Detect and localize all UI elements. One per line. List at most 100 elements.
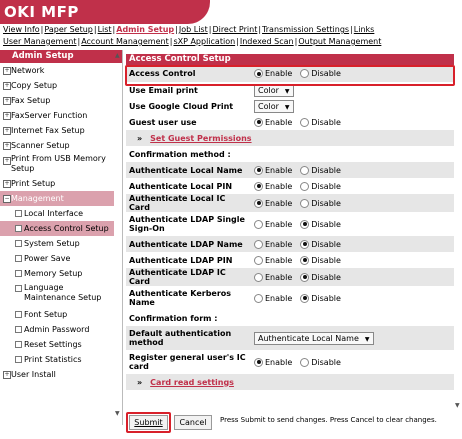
minus-icon[interactable]: −: [3, 195, 11, 203]
enable-option[interactable]: Enable: [254, 181, 292, 191]
sidebar-item-scanner-setup[interactable]: + Scanner Setup: [0, 138, 122, 153]
sidebar-sub-access-control[interactable]: Access Control Setup: [0, 221, 114, 236]
nav-indexed-scan[interactable]: Indexed Scan: [240, 37, 294, 46]
enable-option[interactable]: Enable: [254, 255, 292, 265]
scroll-down-icon[interactable]: ▼: [455, 402, 460, 409]
sidebar-item-management[interactable]: − Management: [0, 191, 114, 206]
disable-option[interactable]: Disable: [300, 357, 341, 367]
sidebar-item-fax-setup[interactable]: + Fax Setup: [0, 93, 122, 108]
enable-option[interactable]: Enable: [254, 219, 292, 229]
default-auth-select[interactable]: Authenticate Local Name ▼: [254, 331, 374, 345]
option-label: Disable: [311, 181, 341, 191]
radio-icon[interactable]: [300, 357, 310, 367]
plus-icon[interactable]: +: [3, 180, 11, 188]
sidebar-sub-print-statistics[interactable]: Print Statistics: [0, 352, 122, 367]
scroll-down-icon[interactable]: ▼: [115, 410, 120, 417]
plus-icon[interactable]: +: [3, 82, 11, 90]
sidebar-sub-admin-password[interactable]: Admin Password: [0, 322, 122, 337]
plus-icon[interactable]: +: [3, 97, 11, 105]
sidebar-sub-language[interactable]: Language Maintenance Setup: [0, 281, 122, 307]
enable-option[interactable]: Enable: [254, 165, 292, 175]
google-cloud-select[interactable]: Color ▼: [254, 99, 294, 113]
sidebar-item-print-setup[interactable]: + Print Setup: [0, 176, 122, 191]
radio-icon[interactable]: [254, 272, 263, 282]
disable-option[interactable]: Disable: [300, 255, 341, 265]
plus-icon[interactable]: +: [3, 67, 11, 75]
radio-selected-icon[interactable]: [300, 239, 310, 249]
radio-icon[interactable]: [254, 239, 263, 249]
radio-selected-icon[interactable]: [300, 293, 310, 303]
disable-option[interactable]: Disable: [300, 239, 341, 249]
nav-user-management[interactable]: User Management: [3, 37, 76, 46]
plus-icon[interactable]: +: [3, 127, 11, 135]
radio-selected-icon[interactable]: [254, 357, 263, 367]
card-read-settings-link[interactable]: Card read settings: [150, 378, 234, 387]
scroll-up-icon[interactable]: ▲: [115, 52, 120, 59]
radio-icon[interactable]: [254, 255, 263, 265]
nav-transmission-settings[interactable]: Transmission Settings: [262, 25, 349, 34]
sidebar-scrollbar[interactable]: ▲ ▼: [115, 50, 122, 425]
enable-option[interactable]: Enable: [254, 293, 292, 303]
row-auth-local-name: Authenticate Local Name Enable Disable: [126, 162, 454, 178]
radio-selected-icon[interactable]: [300, 272, 310, 282]
plus-icon[interactable]: +: [3, 371, 11, 379]
enable-option[interactable]: Enable: [254, 117, 292, 127]
nav-paper-setup[interactable]: Paper Setup: [44, 25, 92, 34]
set-guest-permissions-link[interactable]: Set Guest Permissions: [150, 134, 251, 143]
label: Register general user's IC card: [129, 353, 246, 371]
nav-list[interactable]: List: [98, 25, 112, 34]
content-scrollbar[interactable]: ▼: [454, 54, 461, 409]
radio-icon[interactable]: [254, 219, 263, 229]
disable-option[interactable]: Disable: [300, 198, 341, 208]
sidebar-item-copy-setup[interactable]: + Copy Setup: [0, 78, 122, 93]
disable-option[interactable]: Disable: [300, 117, 341, 127]
plus-icon[interactable]: +: [3, 157, 11, 165]
label: Authenticate LDAP Name: [129, 239, 243, 249]
radio-selected-icon[interactable]: [254, 165, 263, 175]
radio-selected-icon[interactable]: [254, 181, 263, 191]
disable-option[interactable]: Disable: [300, 272, 341, 282]
sidebar-sub-power-save[interactable]: Power Save: [0, 251, 122, 266]
radio-selected-icon[interactable]: [300, 255, 310, 265]
sidebar-item-user-install[interactable]: + User Install: [0, 367, 122, 382]
sidebar-sub-reset-settings[interactable]: Reset Settings: [0, 337, 122, 352]
sidebar-sub-font-setup[interactable]: Font Setup: [0, 307, 122, 322]
sidebar-item-faxserver[interactable]: + FaxServer Function: [0, 108, 122, 123]
enable-option[interactable]: Enable: [254, 357, 292, 367]
radio-icon[interactable]: [300, 181, 310, 191]
sidebar-sub-memory-setup[interactable]: Memory Setup: [0, 266, 122, 281]
cancel-button[interactable]: Cancel: [174, 415, 212, 430]
sidebar-item-network[interactable]: + Network: [0, 63, 122, 78]
radio-selected-icon[interactable]: [254, 198, 263, 208]
nav-account-management[interactable]: Account Management: [81, 37, 169, 46]
radio-icon[interactable]: [300, 117, 310, 127]
nav-admin-setup[interactable]: Admin Setup: [116, 25, 174, 34]
enable-option[interactable]: Enable: [254, 198, 292, 208]
square-bullet-icon: [15, 326, 22, 333]
sidebar-item-label: System Setup: [24, 239, 80, 248]
nav-output-management[interactable]: Output Management: [298, 37, 381, 46]
radio-icon[interactable]: [300, 198, 310, 208]
sidebar-sub-system-setup[interactable]: System Setup: [0, 236, 122, 251]
enable-option[interactable]: Enable: [254, 272, 292, 282]
plus-icon[interactable]: +: [3, 112, 11, 120]
nav-job-list[interactable]: Job List: [179, 25, 208, 34]
disable-option[interactable]: Disable: [300, 293, 341, 303]
radio-selected-icon[interactable]: [300, 219, 310, 229]
option-label: Disable: [311, 293, 341, 303]
sidebar-sub-local-interface[interactable]: Local Interface: [0, 206, 122, 221]
disable-option[interactable]: Disable: [300, 219, 341, 229]
radio-selected-icon[interactable]: [254, 117, 263, 127]
nav-direct-print[interactable]: Direct Print: [212, 25, 257, 34]
radio-icon[interactable]: [254, 293, 263, 303]
nav-links[interactable]: Links: [354, 25, 375, 34]
sidebar-item-usb-print[interactable]: + Print From USB Memory Setup: [0, 153, 122, 176]
nav-view-info[interactable]: View Info: [3, 25, 40, 34]
enable-option[interactable]: Enable: [254, 239, 292, 249]
nav-sxp-application[interactable]: sXP Application: [173, 37, 235, 46]
plus-icon[interactable]: +: [3, 142, 11, 150]
disable-option[interactable]: Disable: [300, 165, 341, 175]
disable-option[interactable]: Disable: [300, 181, 341, 191]
sidebar-item-internet-fax[interactable]: + Internet Fax Setup: [0, 123, 122, 138]
radio-icon[interactable]: [300, 165, 310, 175]
